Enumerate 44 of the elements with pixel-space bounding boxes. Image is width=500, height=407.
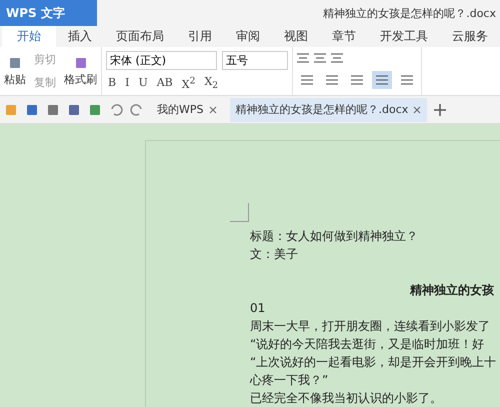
document-text: 01 (250, 300, 266, 317)
align-icon (326, 75, 338, 86)
document-heading: 精神独立的女孩 (408, 282, 495, 299)
document-text: “上次说好的一起看电影，却是开会开到晚上十 (250, 354, 498, 371)
ribbon-tab[interactable]: 章节 (320, 26, 368, 47)
ribbon-tab[interactable]: 页面布局 (104, 26, 176, 47)
document-text: 周末一大早，打开朋友圈，连续看到小影发了 (250, 318, 491, 335)
document-tab[interactable]: 我的WPS (151, 98, 222, 122)
document-text: 标题：女人如何做到精神独立？ (250, 228, 419, 245)
document-text: 心疼一下我？” (250, 372, 330, 389)
align-icon (376, 75, 388, 86)
format-button[interactable]: AB (154, 76, 175, 90)
ribbon-tab[interactable]: 插入 (56, 26, 104, 47)
align-button[interactable] (372, 71, 392, 90)
paste-button[interactable]: 粘贴 (4, 56, 26, 87)
format-painter-button[interactable]: 格式刷 (64, 56, 97, 87)
format-button[interactable]: U (136, 76, 150, 90)
ribbon-tab[interactable]: 视图 (272, 26, 320, 47)
ribbon-tab[interactable]: 引用 (176, 26, 224, 47)
ribbon-tab[interactable]: 云服务 (440, 26, 500, 47)
new-tab-icon[interactable] (434, 104, 446, 116)
undo-icon[interactable] (109, 102, 123, 117)
align-icon (351, 75, 363, 86)
format-button[interactable]: X$^{2}$ (180, 75, 198, 91)
ribbon-tab[interactable]: 审阅 (224, 26, 272, 47)
close-icon[interactable] (413, 106, 422, 114)
format-button[interactable]: B (106, 76, 118, 90)
document-text: “说好的今天陪我去逛街，又是临时加班！好 (250, 336, 486, 353)
app-menu-button[interactable]: WPS 文字 (0, 0, 97, 26)
close-icon[interactable] (208, 106, 216, 114)
font-family-dropdown[interactable]: 宋体 (正文) (106, 51, 217, 70)
ribbon-tab[interactable]: 开发工具 (368, 26, 440, 47)
redo-icon[interactable] (130, 102, 144, 117)
document-tab[interactable]: 精神独立的女孩是怎样的呢？.docx (230, 98, 428, 122)
window-title: 精神独立的女孩是怎样的呢？.docx (323, 6, 496, 20)
align-icon (401, 75, 413, 86)
ribbon-tab[interactable]: 开始 (2, 26, 56, 47)
document-text: 文：美子 (250, 246, 299, 263)
margin-corner-mark (230, 203, 249, 222)
format-button[interactable]: I (123, 76, 132, 90)
font-size-dropdown[interactable]: 五号 (222, 51, 288, 70)
document-text: 已经完全不像我当初认识的小影了。 (250, 390, 443, 407)
align-icon (301, 75, 313, 86)
format-button[interactable]: X$_{2}$ (202, 74, 220, 91)
